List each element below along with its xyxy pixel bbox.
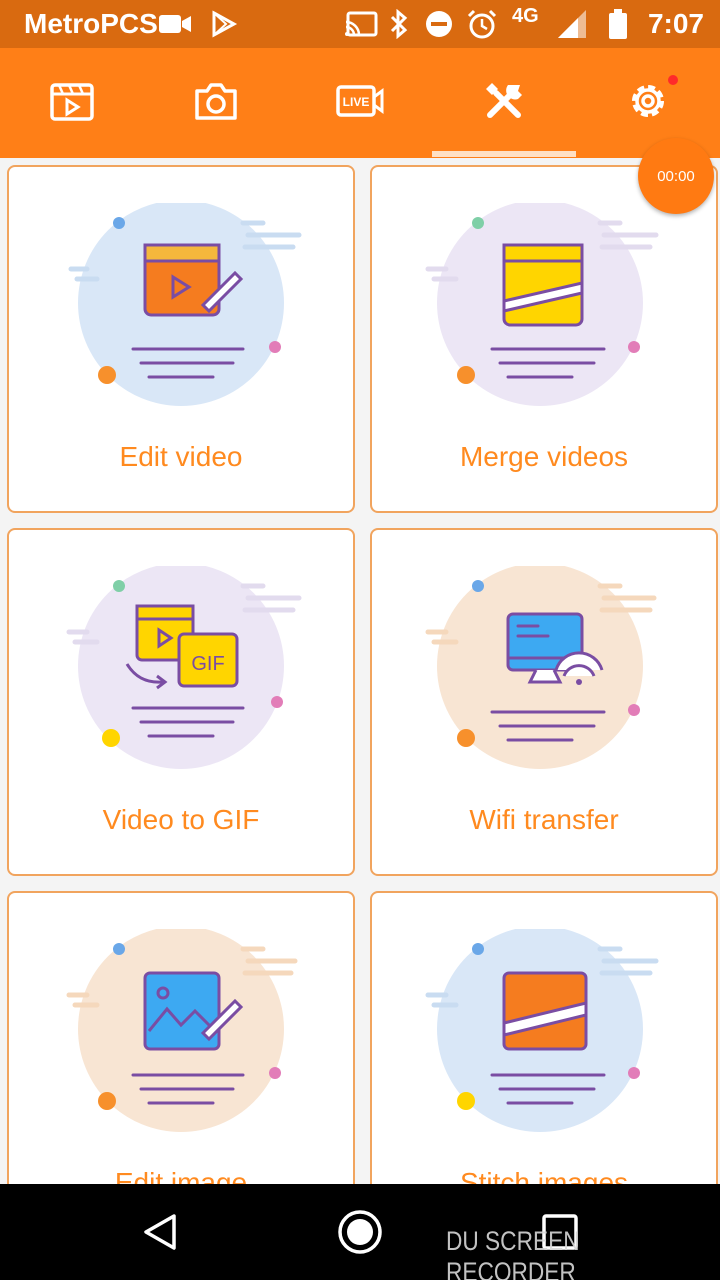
tab-videos[interactable] [0,48,144,158]
tools-grid: Edit video Merge videos GIF Video to GIF… [0,158,720,1184]
video-to-gif-icon: GIF [66,566,302,769]
status-bar: MetroPCS 4G 7:07 [0,0,720,48]
bluetooth-icon [388,8,410,40]
camera-icon [194,81,238,126]
tool-card-edit-image[interactable]: Edit image [7,891,355,1184]
tab-live[interactable]: LIVE [288,48,432,158]
home-icon [337,1209,383,1260]
tool-label: Video to GIF [102,804,260,835]
svg-text:GIF: GIF [191,653,224,675]
carrier-name: MetroPCS [24,8,158,39]
cast-icon [344,8,378,40]
recording-timer[interactable]: 00:00 [638,138,714,214]
tab-tools[interactable] [432,48,576,158]
edit-image-icon [66,929,298,1132]
video-record-icon [158,8,192,40]
merge-videos-icon [425,203,659,406]
clock: 7:07 [647,8,704,39]
battery-icon [606,8,630,40]
video-library-icon [50,81,94,126]
tool-label: Merge videos [459,441,629,472]
signal-icon [556,8,588,40]
back-icon [140,1212,180,1257]
tab-screenshots[interactable] [144,48,288,158]
play-store-icon [210,8,238,40]
stitch-images-icon [425,929,659,1132]
tool-label: Wifi transfer [469,804,619,835]
notification-dot [668,75,678,85]
do-not-disturb-icon [424,8,454,40]
recorder-watermark: DU SCREEN RECORDER [446,1226,580,1280]
settings-icon [626,79,670,128]
selected-tab-indicator [432,151,576,157]
tool-card-merge-videos[interactable]: Merge videos [370,165,718,513]
tool-label: Stitch images [459,1167,629,1184]
tool-card-stitch-images[interactable]: Stitch images [370,891,718,1184]
tool-card-edit-video[interactable]: Edit video [7,165,355,513]
back-button[interactable] [130,1204,190,1264]
tool-card-wifi-transfer[interactable]: Wifi transfer [370,528,718,876]
wifi-transfer-icon [425,566,657,769]
network-type: 4G [512,5,539,27]
top-tab-bar: LIVE [0,48,720,158]
tools-icon [482,79,526,128]
live-icon: LIVE [336,83,384,124]
svg-text:LIVE: LIVE [343,95,370,109]
alarm-icon [466,8,498,40]
tab-settings[interactable] [576,48,720,158]
tool-card-video-to-gif[interactable]: GIF Video to GIF [7,528,355,876]
edit-video-icon [68,203,302,406]
tool-label: Edit image [114,1167,248,1184]
home-button[interactable] [330,1204,390,1264]
tool-label: Edit video [119,441,243,472]
